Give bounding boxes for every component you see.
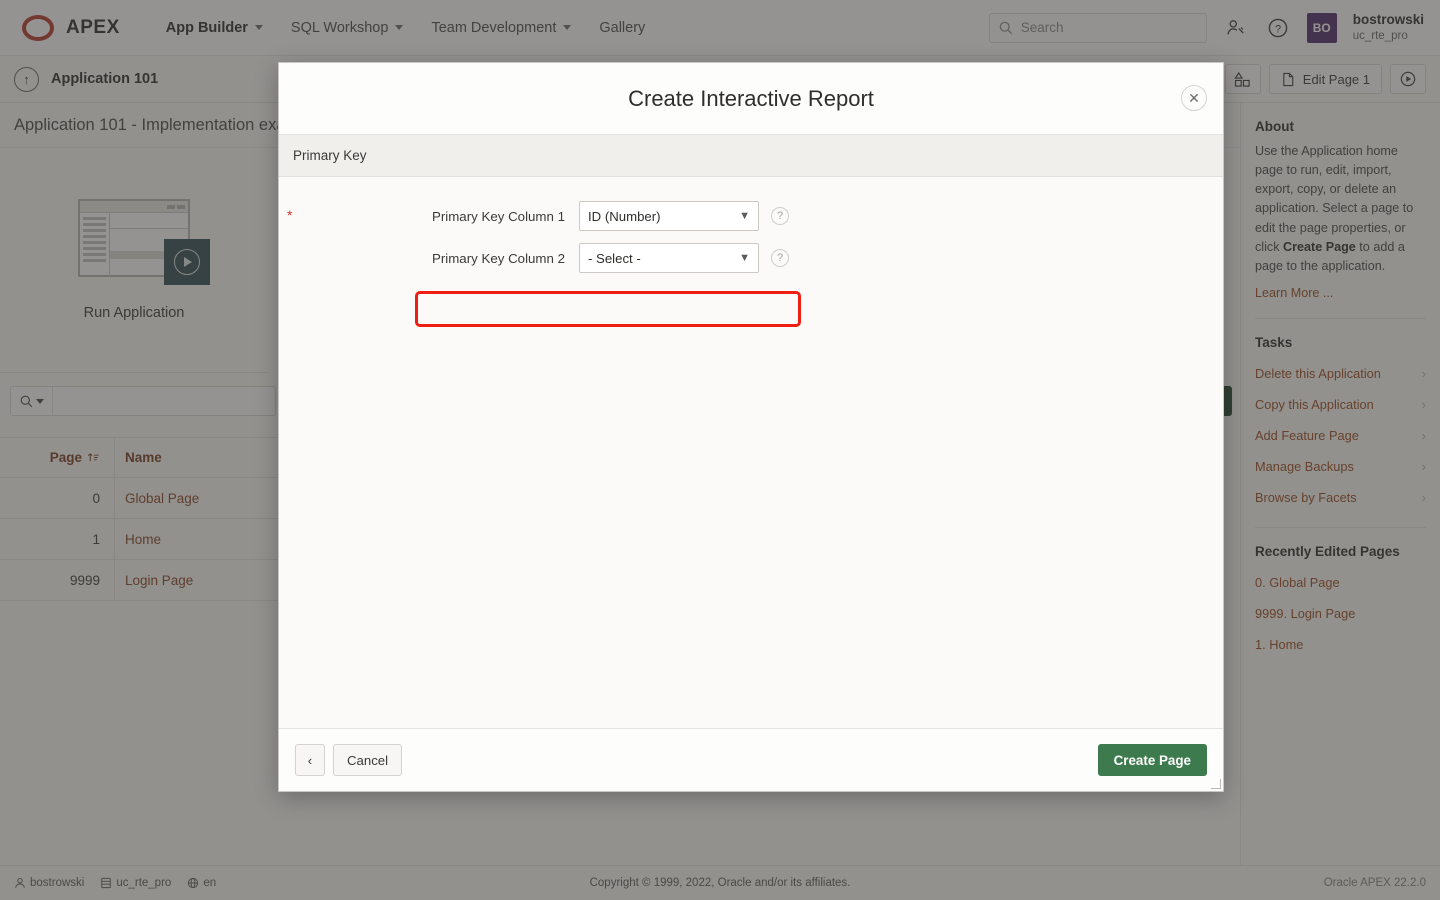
dialog-title: Create Interactive Report: [628, 85, 874, 111]
field-primary-key-column-1: * Primary Key Column 1 ID (Number) ▼ ?: [279, 199, 1223, 233]
select-value: - Select -: [588, 250, 641, 266]
dialog-section-label: Primary Key: [279, 135, 1223, 177]
primary-key-column-2-select[interactable]: - Select - ▼: [579, 243, 759, 273]
select-value: ID (Number): [588, 208, 661, 224]
field-label-text: Primary Key Column 1: [431, 208, 565, 224]
resize-handle-icon[interactable]: [1211, 779, 1221, 789]
required-marker: *: [287, 206, 293, 223]
field-primary-key-column-2: Primary Key Column 2 - Select - ▼ ?: [279, 241, 1223, 275]
cancel-button[interactable]: Cancel: [333, 744, 403, 776]
dialog-body: * Primary Key Column 1 ID (Number) ▼ ? P…: [279, 177, 1223, 728]
chevron-down-icon: ▼: [739, 252, 750, 264]
primary-key-column-1-select[interactable]: ID (Number) ▼: [579, 201, 759, 231]
field-label: * Primary Key Column 1: [279, 206, 579, 224]
dialog-header: Create Interactive Report ✕: [279, 63, 1223, 135]
create-interactive-report-dialog: Create Interactive Report ✕ Primary Key …: [278, 62, 1224, 792]
field-label: Primary Key Column 2: [279, 251, 579, 266]
help-circle-icon[interactable]: ?: [771, 207, 789, 225]
version-label: Oracle APEX 22.2.0: [1323, 877, 1426, 889]
chevron-down-icon: ▼: [739, 210, 750, 222]
create-page-button[interactable]: Create Page: [1097, 744, 1207, 776]
field-highlight-annotation: [415, 291, 801, 327]
back-button[interactable]: ‹: [295, 744, 325, 776]
field-label-text: Primary Key Column 2: [431, 250, 565, 266]
help-circle-icon[interactable]: ?: [771, 249, 789, 267]
close-icon[interactable]: ✕: [1181, 85, 1207, 111]
dialog-footer: ‹ Cancel Create Page: [279, 728, 1223, 791]
